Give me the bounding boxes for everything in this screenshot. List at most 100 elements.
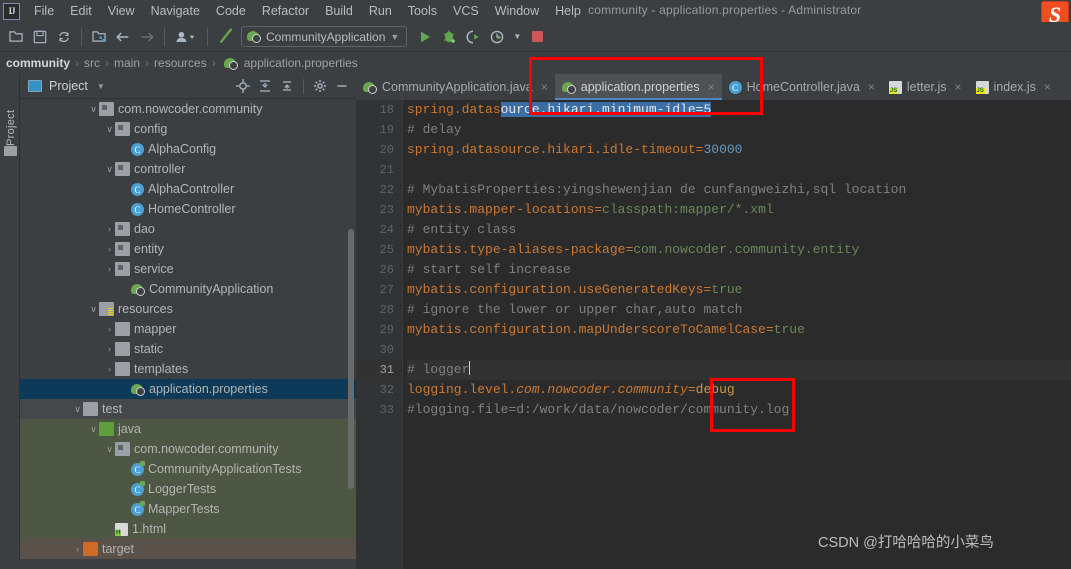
menu-code[interactable]: Code: [208, 2, 254, 20]
code-line[interactable]: # MybatisProperties:yingshewenjian de cu…: [407, 180, 1071, 200]
chevron-down-icon[interactable]: ∨: [104, 164, 115, 175]
tree-item[interactable]: ∨ java: [20, 419, 356, 439]
tree-item[interactable]: C LoggerTests: [20, 479, 356, 499]
code-line[interactable]: mybatis.mapper-locations=classpath:mappe…: [407, 200, 1071, 220]
menu-vcs[interactable]: VCS: [445, 2, 487, 20]
code-line[interactable]: # delay: [407, 120, 1071, 140]
tree-item[interactable]: H 1.html: [20, 519, 356, 539]
run-with-coverage-button[interactable]: [461, 25, 485, 49]
open-folder-icon[interactable]: [4, 25, 28, 49]
menu-file[interactable]: File: [26, 2, 62, 20]
tree-item[interactable]: › target: [20, 539, 356, 559]
editor-tab[interactable]: CommunityApplication.java ×: [356, 74, 555, 100]
chevron-right-icon[interactable]: ›: [104, 224, 115, 234]
chevron-down-icon[interactable]: ∨: [104, 444, 115, 455]
chevron-down-icon[interactable]: ∨: [88, 104, 99, 115]
tree-item[interactable]: application.properties: [20, 379, 356, 399]
editor-code[interactable]: spring.datasource.hikari.minimum-idle=5 #…: [407, 100, 1071, 569]
menu-run[interactable]: Run: [361, 2, 400, 20]
breadcrumb-item-community[interactable]: community: [6, 56, 70, 70]
user-profile-icon[interactable]: [170, 25, 202, 49]
navigate-back-icon[interactable]: [111, 25, 135, 49]
code-line[interactable]: # ignore the lower or upper char,auto ma…: [407, 300, 1071, 320]
editor-tab[interactable]: JS letter.js ×: [882, 74, 969, 100]
run-button[interactable]: [413, 25, 437, 49]
build-hammer-icon[interactable]: [213, 25, 237, 49]
code-line[interactable]: spring.datasource.hikari.idle-timeout=30…: [407, 140, 1071, 160]
breadcrumb-item-application-properties[interactable]: application.properties: [244, 56, 358, 70]
chevron-right-icon[interactable]: ›: [104, 344, 115, 354]
menu-view[interactable]: View: [100, 2, 143, 20]
tree-item[interactable]: C HomeController: [20, 199, 356, 219]
menu-edit[interactable]: Edit: [62, 2, 100, 20]
stop-button[interactable]: [525, 25, 549, 49]
menu-help[interactable]: Help: [547, 2, 589, 20]
chevron-down-icon[interactable]: ∨: [72, 404, 83, 415]
settings-gear-icon[interactable]: [310, 76, 330, 96]
chevron-right-icon[interactable]: ›: [104, 324, 115, 334]
profile-button[interactable]: [485, 25, 509, 49]
project-structure-icon[interactable]: [87, 25, 111, 49]
tool-window-button-project[interactable]: Project: [5, 90, 17, 146]
code-line[interactable]: mybatis.type-aliases-package=com.nowcode…: [407, 240, 1071, 260]
tree-item[interactable]: › dao: [20, 219, 356, 239]
editor-tab[interactable]: application.properties ×: [554, 74, 722, 100]
sync-refresh-icon[interactable]: [52, 25, 76, 49]
debug-button[interactable]: [437, 25, 461, 49]
close-icon[interactable]: ×: [1044, 80, 1051, 94]
tree-item[interactable]: CommunityApplication: [20, 279, 356, 299]
chevron-down-icon[interactable]: ▼: [97, 82, 105, 91]
chevron-down-icon[interactable]: ∨: [104, 124, 115, 135]
tree-item[interactable]: C CommunityApplicationTests: [20, 459, 356, 479]
tree-item[interactable]: C AlphaConfig: [20, 139, 356, 159]
menu-navigate[interactable]: Navigate: [143, 2, 208, 20]
tree-item[interactable]: ∨ com.nowcoder.community: [20, 99, 356, 119]
tree-item[interactable]: › templates: [20, 359, 356, 379]
code-line[interactable]: [407, 160, 1071, 180]
chevron-right-icon[interactable]: ›: [104, 364, 115, 374]
tree-item[interactable]: ∨ resources: [20, 299, 356, 319]
tree-item[interactable]: ∨ com.nowcoder.community: [20, 439, 356, 459]
code-line[interactable]: mybatis.configuration.mapUnderscoreToCam…: [407, 320, 1071, 340]
breadcrumb-item-resources[interactable]: resources: [154, 56, 207, 70]
code-line[interactable]: [407, 340, 1071, 360]
tree-item[interactable]: › mapper: [20, 319, 356, 339]
code-line[interactable]: spring.datasource.hikari.minimum-idle=5: [407, 100, 1071, 120]
hide-panel-icon[interactable]: [332, 76, 352, 96]
tree-item[interactable]: C MapperTests: [20, 499, 356, 519]
code-line[interactable]: # start self increase: [407, 260, 1071, 280]
close-icon[interactable]: ×: [708, 80, 715, 94]
menu-refactor[interactable]: Refactor: [254, 2, 317, 20]
menu-build[interactable]: Build: [317, 2, 361, 20]
tree-item[interactable]: ∨ test: [20, 399, 356, 419]
editor-content[interactable]: 18 19 20 21 22 23 24 25 26 27 28 29 30 31 32 33 spring.…: [356, 100, 1071, 569]
close-icon[interactable]: ×: [541, 80, 548, 94]
menu-tools[interactable]: Tools: [400, 2, 445, 20]
close-icon[interactable]: ×: [868, 80, 875, 94]
breadcrumb-item-src[interactable]: src: [84, 56, 100, 70]
expand-all-icon[interactable]: [255, 76, 275, 96]
menu-window[interactable]: Window: [487, 2, 547, 20]
code-line[interactable]: # logger: [407, 360, 1071, 380]
project-tree[interactable]: ∨ com.nowcoder.community ∨ config C AlphaConf…: [20, 99, 356, 569]
editor-tab[interactable]: C HomeController.java ×: [722, 74, 882, 100]
save-all-icon[interactable]: [28, 25, 52, 49]
code-line[interactable]: logging.level.com.nowcoder.community=deb…: [407, 380, 1071, 400]
close-icon[interactable]: ×: [955, 80, 962, 94]
profile-chevron-down-icon[interactable]: ▼: [509, 25, 525, 49]
chevron-down-icon[interactable]: ∨: [88, 304, 99, 315]
project-tree-scrollbar[interactable]: [348, 229, 354, 489]
collapse-all-icon[interactable]: [277, 76, 297, 96]
code-line[interactable]: #logging.file=d:/work/data/nowcoder/comm…: [407, 400, 1071, 420]
run-configuration-selector[interactable]: CommunityApplication ▼: [241, 26, 408, 47]
chevron-right-icon[interactable]: ›: [72, 544, 83, 554]
tree-item[interactable]: › service: [20, 259, 356, 279]
breadcrumb-item-main[interactable]: main: [114, 56, 140, 70]
tree-item[interactable]: › static: [20, 339, 356, 359]
tree-item[interactable]: › entity: [20, 239, 356, 259]
chevron-down-icon[interactable]: ∨: [88, 424, 99, 435]
chevron-right-icon[interactable]: ›: [104, 244, 115, 254]
chevron-right-icon[interactable]: ›: [104, 264, 115, 274]
locate-target-icon[interactable]: [233, 76, 253, 96]
tree-item[interactable]: ∨ controller: [20, 159, 356, 179]
